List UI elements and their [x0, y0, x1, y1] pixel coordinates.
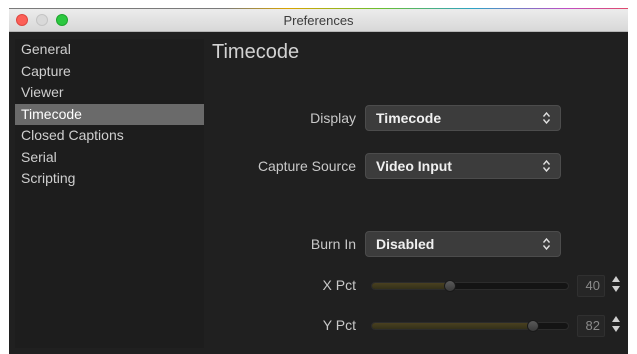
- burn-in-label: Burn In: [310, 236, 356, 252]
- display-select[interactable]: Timecode: [365, 105, 561, 131]
- burn-in-select[interactable]: Disabled: [365, 231, 561, 257]
- x-pct-slider-fill: [372, 283, 451, 289]
- window-title: Preferences: [283, 13, 354, 28]
- y-pct-slider-fill: [372, 323, 533, 329]
- sidebar-item-general[interactable]: General: [15, 39, 204, 61]
- title-bar[interactable]: Preferences: [9, 9, 628, 32]
- window-edge: [628, 9, 637, 354]
- x-pct-stepper[interactable]: [610, 274, 622, 298]
- capture-source-select-value: Video Input: [376, 158, 452, 174]
- sidebar-item-closed-captions[interactable]: Closed Captions: [15, 125, 204, 147]
- sidebar-item-scripting[interactable]: Scripting: [15, 168, 204, 190]
- capture-source-label: Capture Source: [257, 158, 356, 174]
- y-pct-stepper[interactable]: [610, 314, 622, 338]
- updown-chevron-icon: [543, 160, 550, 172]
- preferences-window: Preferences General Capture Viewer Timec…: [9, 9, 628, 354]
- updown-chevron-icon: [543, 238, 550, 250]
- x-pct-slider-handle[interactable]: [444, 280, 457, 292]
- sidebar-item-timecode[interactable]: Timecode: [15, 103, 204, 125]
- sidebar-item-serial[interactable]: Serial: [15, 147, 204, 169]
- y-pct-label: Y Pct: [322, 317, 356, 333]
- x-pct-slider[interactable]: [371, 282, 569, 290]
- y-pct-slider-handle[interactable]: [527, 320, 540, 332]
- updown-chevron-icon: [543, 112, 550, 124]
- stepper-up-icon[interactable]: [612, 276, 620, 282]
- y-pct-field[interactable]: 82: [577, 315, 605, 337]
- stepper-up-icon[interactable]: [612, 316, 620, 322]
- stepper-down-icon[interactable]: [612, 286, 620, 292]
- sidebar-item-viewer[interactable]: Viewer: [15, 82, 204, 104]
- display-label: Display: [310, 110, 356, 126]
- x-pct-field[interactable]: 40: [577, 275, 605, 297]
- sidebar-item-capture[interactable]: Capture: [15, 61, 204, 83]
- display-select-value: Timecode: [376, 110, 442, 126]
- stepper-down-icon[interactable]: [612, 326, 620, 332]
- page-title: Timecode: [212, 41, 300, 63]
- burn-in-select-value: Disabled: [376, 236, 435, 252]
- sidebar: General Capture Viewer Timecode Closed C…: [15, 39, 204, 348]
- x-pct-label: X Pct: [322, 277, 356, 293]
- y-pct-slider[interactable]: [371, 322, 569, 330]
- capture-source-select[interactable]: Video Input: [365, 153, 561, 179]
